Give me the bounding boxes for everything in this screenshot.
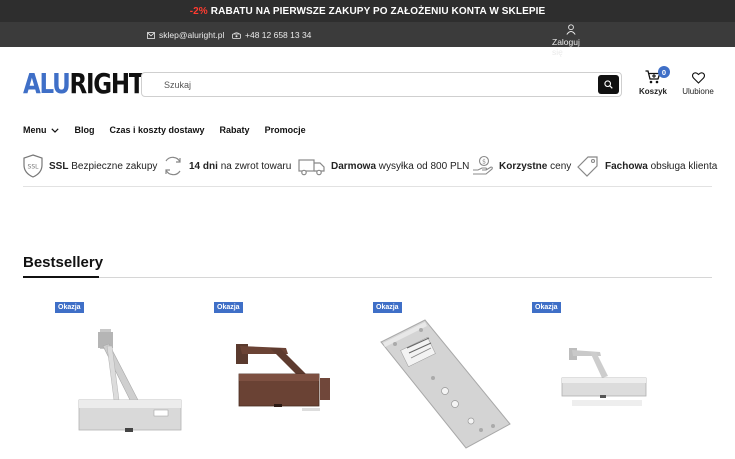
promo-discount: -2% [189, 5, 208, 17]
ssl-shield-icon: SSL [23, 154, 43, 178]
nav-item-label: Rabaty [219, 125, 250, 135]
benefit-strong: Darmowa [331, 160, 377, 172]
favorites-label: Ulubione [682, 87, 714, 96]
nav-item-blog[interactable]: Blog [75, 125, 95, 135]
section-title: Bestsellery [23, 254, 104, 271]
top-bar: sklep@aluright.pl +48 12 658 13 34 Zalog… [0, 22, 735, 57]
product-badge: Okazja [373, 302, 402, 313]
phone-icon [232, 31, 241, 39]
benefit-label: obsługa klienta [650, 160, 718, 172]
product-card[interactable]: Okazja [373, 296, 523, 459]
benefit-strong: SSL [49, 160, 69, 172]
benefit-label: Bezpieczne zakupy [71, 160, 158, 172]
benefit-text: Korzystne ceny [499, 161, 571, 172]
benefits-bar: SSL SSL Bezpieczne zakupy 14 dni na zwro… [22, 152, 717, 180]
promo-bar: -2% RABATU NA PIERWSZE ZAKUPY PO ZAŁOŻEN… [0, 0, 735, 22]
logo-part-right: RIGHT [69, 67, 145, 100]
price-tag-icon [577, 156, 598, 177]
cart-count-badge: 0 [658, 66, 670, 78]
contact-email[interactable]: sklep@aluright.pl [147, 30, 224, 40]
benefit-strong: Korzystne [499, 160, 548, 172]
login-label: Zaloguj się [552, 37, 580, 57]
product-badge: Okazja [214, 302, 243, 313]
product-image[interactable] [532, 296, 682, 459]
benefits-divider [23, 186, 712, 187]
benefit-text: Darmowa wysyłka od 800 PLN [331, 161, 469, 172]
nav-item-discounts[interactable]: Rabaty [220, 125, 250, 135]
product-image[interactable] [373, 296, 523, 459]
benefit-returns: 14 dni na zwrot towaru [162, 152, 291, 180]
benefit-prices: $ Korzystne ceny [472, 152, 571, 180]
benefit-label: na zwrot towaru [220, 160, 292, 172]
nav-menu-dropdown[interactable]: Menu [23, 125, 59, 135]
section-divider [23, 277, 712, 278]
product-badge: Okazja [532, 302, 561, 313]
search-icon [604, 80, 613, 89]
favorites-button[interactable]: Ulubione [681, 72, 715, 96]
search-input[interactable] [164, 77, 584, 92]
logo-part-alu: ALU [23, 67, 71, 100]
search-bar [141, 72, 622, 97]
cart-button[interactable]: 0 Koszyk [638, 66, 670, 96]
login-link[interactable]: Zaloguj się [552, 24, 590, 57]
mail-icon [147, 31, 155, 39]
benefit-label: wysyłka od 800 PLN [378, 160, 470, 172]
section-title-underline [23, 276, 99, 278]
heart-icon [691, 72, 705, 84]
product-badge: Okazja [55, 302, 84, 313]
contact-phone-text: +48 12 658 13 34 [245, 30, 312, 40]
svg-text:$: $ [482, 158, 486, 165]
contact-email-text: sklep@aluright.pl [159, 30, 225, 40]
benefit-strong: Fachowa [605, 160, 648, 172]
nav-item-promotions[interactable]: Promocje [265, 125, 306, 135]
benefit-text: SSL Bezpieczne zakupy [49, 161, 157, 172]
product-card[interactable]: Okazja [55, 296, 205, 459]
nav-item-delivery[interactable]: Czas i koszty dostawy [110, 125, 205, 135]
nav-menu-label: Menu [23, 125, 47, 135]
benefit-label: ceny [550, 160, 572, 172]
benefit-text: Fachowa obsługa klienta [605, 161, 717, 172]
cart-label: Koszyk [638, 87, 667, 96]
nav-item-label: Promocje [264, 125, 306, 135]
return-arrows-icon [165, 156, 181, 176]
product-card[interactable]: Okazja [532, 296, 682, 459]
logo[interactable]: ALURIGHT [23, 67, 145, 100]
benefit-ssl: SSL SSL Bezpieczne zakupy [22, 152, 157, 180]
search-button[interactable] [598, 75, 619, 94]
money-hand-icon: $ [473, 155, 493, 175]
delivery-truck-icon [298, 159, 325, 176]
nav-item-label: Czas i koszty dostawy [109, 125, 205, 135]
chevron-down-icon [50, 127, 59, 133]
benefit-shipping: Darmowa wysyłka od 800 PLN [298, 152, 469, 180]
promo-text: RABATU NA PIERWSZE ZAKUPY PO ZAŁOŻENIU K… [210, 5, 546, 17]
benefit-service: Fachowa obsługa klienta [576, 152, 717, 180]
contact-phone[interactable]: +48 12 658 13 34 [232, 30, 311, 40]
user-icon [566, 24, 576, 35]
product-card[interactable]: Okazja [214, 296, 364, 459]
nav-item-label: Blog [74, 125, 95, 135]
product-image[interactable] [214, 296, 364, 459]
benefit-text: 14 dni na zwrot towaru [189, 161, 291, 172]
product-image[interactable] [55, 296, 205, 459]
benefit-strong: 14 dni [189, 160, 218, 172]
svg-text:SSL: SSL [28, 164, 40, 171]
main-nav: Menu Blog Czas i koszty dostawy Rabaty P… [23, 125, 306, 135]
